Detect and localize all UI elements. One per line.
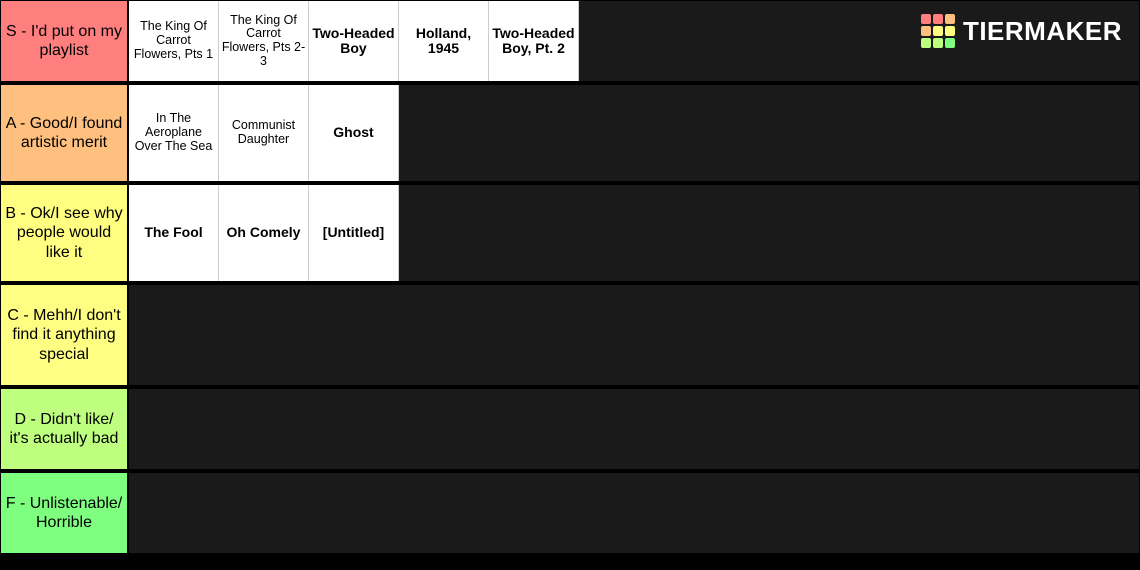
tier-label-b[interactable]: B - Ok/I see why people would like it — [0, 184, 128, 282]
logo-cell — [921, 38, 931, 48]
brand-logo[interactable]: TIERMAKER — [921, 14, 1122, 48]
brand-name: TIERMAKER — [963, 16, 1122, 47]
tier-item[interactable]: Two-Headed Boy — [309, 1, 399, 81]
logo-cell — [933, 26, 943, 36]
tier-label-s[interactable]: S - I'd put on my playlist — [0, 0, 128, 82]
tier-items-b[interactable]: The Fool Oh Comely [Untitled] — [128, 184, 1140, 282]
logo-cell — [921, 14, 931, 24]
tier-row-c: C - Mehh/I don't find it anything specia… — [0, 284, 1140, 388]
tier-label-c[interactable]: C - Mehh/I don't find it anything specia… — [0, 284, 128, 386]
tier-item[interactable]: Two-Headed Boy, Pt. 2 — [489, 1, 579, 81]
tier-item[interactable]: Communist Daughter — [219, 85, 309, 181]
tier-item[interactable]: In The Aeroplane Over The Sea — [129, 85, 219, 181]
logo-cell — [945, 38, 955, 48]
tier-row-a: A - Good/I found artistic merit In The A… — [0, 84, 1140, 184]
tier-label-d[interactable]: D - Didn't like/ it's actually bad — [0, 388, 128, 470]
tier-row-b: B - Ok/I see why people would like it Th… — [0, 184, 1140, 284]
tier-row-f: F - Unlistenable/ Horrible — [0, 472, 1140, 556]
logo-cell — [945, 14, 955, 24]
tier-item[interactable]: The Fool — [129, 185, 219, 281]
logo-grid-icon — [921, 14, 955, 48]
tier-items-c[interactable] — [128, 284, 1140, 386]
tier-row-d: D - Didn't like/ it's actually bad — [0, 388, 1140, 472]
tier-item[interactable]: [Untitled] — [309, 185, 399, 281]
tier-item[interactable]: The King Of Carrot Flowers, Pts 1 — [129, 1, 219, 81]
tier-item[interactable]: Ghost — [309, 85, 399, 181]
logo-cell — [921, 26, 931, 36]
tier-items-f[interactable] — [128, 472, 1140, 554]
logo-cell — [945, 26, 955, 36]
tier-label-a[interactable]: A - Good/I found artistic merit — [0, 84, 128, 182]
tier-list: S - I'd put on my playlist The King Of C… — [0, 0, 1140, 556]
logo-cell — [933, 14, 943, 24]
tier-items-d[interactable] — [128, 388, 1140, 470]
logo-cell — [933, 38, 943, 48]
tier-items-a[interactable]: In The Aeroplane Over The Sea Communist … — [128, 84, 1140, 182]
tier-item[interactable]: Oh Comely — [219, 185, 309, 281]
tier-label-f[interactable]: F - Unlistenable/ Horrible — [0, 472, 128, 554]
tier-item[interactable]: Holland, 1945 — [399, 1, 489, 81]
tier-item[interactable]: The King Of Carrot Flowers, Pts 2-3 — [219, 1, 309, 81]
